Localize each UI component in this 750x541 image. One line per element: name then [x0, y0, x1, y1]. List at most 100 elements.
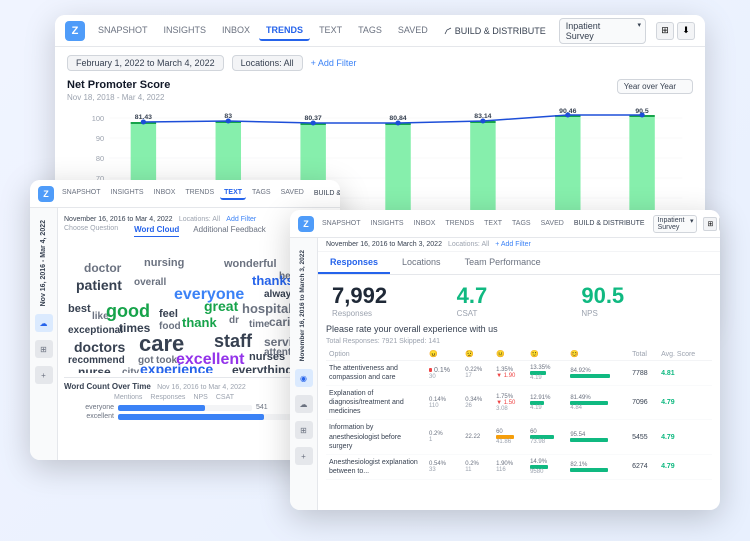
rw-icon-2[interactable]: % [719, 217, 720, 231]
wc-app-logo: Z [38, 186, 54, 202]
word-wonderful[interactable]: wonderful [224, 258, 277, 270]
word-great[interactable]: great [204, 298, 238, 314]
year-selector[interactable]: Year over Year [617, 79, 693, 94]
word-hospital[interactable]: hospital [242, 301, 292, 316]
rw-tab-locations[interactable]: Locations [390, 252, 453, 274]
tab-snapshot[interactable]: SNAPSHOT [91, 21, 155, 41]
rw-survey-selector[interactable]: Inpatient Survey▾ [653, 215, 698, 233]
word-thank[interactable]: thank [182, 315, 217, 330]
tab-additional[interactable]: Additional Feedback [193, 225, 266, 237]
wc-sidebar: Nov 16, 2016 - Mar 4, 2022 ☁ ⊞ + [30, 208, 58, 460]
rw-tab-build[interactable]: BUILD & DISTRIBUTE [570, 218, 649, 229]
rw-add-filter[interactable]: + Add Filter [495, 241, 531, 248]
wc-tab-text[interactable]: TEXT [220, 187, 246, 200]
rw-app-logo: Z [298, 216, 314, 232]
rw-tab-text[interactable]: TEXT [480, 218, 506, 229]
download-icon[interactable]: ⬇ [677, 22, 695, 40]
rw-tab-snapshot[interactable]: SNAPSHOT [318, 218, 365, 229]
rw-sidebar-icon-3[interactable]: ⊞ [295, 421, 313, 439]
wc-tab-build[interactable]: BUILD & DISTRIBUTE [310, 187, 340, 200]
word-good[interactable]: good [106, 301, 150, 322]
wc-sidebar-icon-2[interactable]: ⊞ [35, 340, 53, 358]
word-nursing[interactable]: nursing [144, 257, 184, 269]
wc-tab-insights[interactable]: INSIGHTS [107, 187, 148, 200]
wc-tab-inbox[interactable]: INBOX [150, 187, 180, 200]
tab-wordcloud[interactable]: Word Cloud [134, 225, 179, 237]
word-feel[interactable]: feel [159, 308, 178, 320]
rw-nav-tabs: SNAPSHOT INSIGHTS INBOX TRENDS TEXT TAGS… [318, 218, 649, 229]
rw-topbar: Z SNAPSHOT INSIGHTS INBOX TRENDS TEXT TA… [290, 210, 720, 238]
rw-tab-team[interactable]: Team Performance [453, 252, 553, 274]
word-patient[interactable]: patient [76, 277, 122, 293]
wc-date-label: November 16, 2016 to Mar 4, 2022 [64, 216, 173, 223]
wc-add-filter[interactable]: Add Filter [226, 216, 256, 223]
rw-data-table: Option 😠 😟 😐 🙂 😊 Total Avg. Score T [326, 348, 712, 480]
svg-text:100: 100 [92, 114, 104, 123]
rw-main: November 16, 2016 to March 3, 2022 Locat… [318, 238, 720, 510]
survey-selector[interactable]: Inpatient Survey ▾ [559, 18, 646, 44]
table-row: Explanation of diagnosis/treatment and m… [326, 386, 712, 420]
word-everything[interactable]: everything [232, 363, 293, 373]
rw-action-icons: ⊞ % ↗ ⬇ [703, 217, 720, 231]
wc-bottom-subtitle: Nov 16, 2016 to Mar 4, 2022 [157, 384, 246, 391]
rw-sidebar-icon-1[interactable]: ◉ [295, 369, 313, 387]
tab-text[interactable]: TEXT [312, 21, 349, 41]
svg-text:80: 80 [96, 154, 104, 163]
rw-tab-inbox[interactable]: INBOX [410, 218, 440, 229]
word-thanks[interactable]: thanks [252, 273, 294, 288]
wc-tab-tags[interactable]: TAGS [248, 187, 275, 200]
word-nurse[interactable]: nurse [78, 365, 111, 373]
pct-bar-1-1: 0.1% [429, 367, 459, 374]
stat-responses-label: Responses [332, 309, 457, 318]
chevron-down-icon: ▾ [637, 21, 641, 29]
rw-filter-label: November 16, 2016 to March 3, 2022 [299, 250, 307, 361]
rw-sidebar-icon-2[interactable]: ☁ [295, 395, 313, 413]
table-row: Anesthesiologist explanation between to.… [326, 454, 712, 479]
rw-sidebar-icon-add[interactable]: + [295, 447, 313, 465]
location-filter[interactable]: Locations: All [232, 55, 303, 71]
tab-trends[interactable]: TRENDS [259, 21, 310, 41]
stat-csat: 4.7 CSAT [457, 285, 582, 318]
mini-bar-fill-1 [118, 405, 205, 411]
word-dr[interactable]: dr [229, 315, 239, 326]
stat-responses: 7,992 Responses [332, 285, 457, 318]
tab-insights[interactable]: INSIGHTS [157, 21, 214, 41]
word-experience[interactable]: experience [140, 361, 213, 373]
word-time[interactable]: time [249, 319, 270, 330]
word-staff[interactable]: staff [214, 331, 252, 352]
tab-saved[interactable]: SAVED [391, 21, 435, 41]
word-doctors[interactable]: doctors [74, 339, 125, 355]
word-city[interactable]: city [122, 367, 139, 373]
svg-text:90: 90 [96, 134, 104, 143]
build-icon [444, 27, 452, 35]
wc-sidebar-icon-add[interactable]: + [35, 366, 53, 384]
word-exceptional[interactable]: exceptional [68, 325, 123, 336]
rw-content: November 16, 2016 to March 3, 2022 ◉ ☁ ⊞… [290, 238, 720, 510]
wc-question-label: Choose Question [64, 225, 118, 237]
word-best[interactable]: best [68, 303, 91, 315]
wc-tab-trends[interactable]: TRENDS [181, 187, 218, 200]
wc-tab-snapshot[interactable]: SNAPSHOT [58, 187, 105, 200]
rw-tabs: Responses Locations Team Performance [318, 252, 720, 275]
rw-icon-1[interactable]: ⊞ [703, 217, 717, 231]
tab-tags[interactable]: TAGS [351, 21, 389, 41]
word-overall[interactable]: overall [134, 277, 166, 288]
rw-sidebar: November 16, 2016 to March 3, 2022 ◉ ☁ ⊞… [290, 238, 318, 510]
rw-tab-saved[interactable]: SAVED [537, 218, 568, 229]
date-filter[interactable]: February 1, 2022 to March 4, 2022 [67, 55, 224, 71]
wc-sidebar-icon-1[interactable]: ☁ [35, 314, 53, 332]
pct-bar-1-5 [570, 374, 626, 378]
add-filter-link[interactable]: + Add Filter [311, 58, 357, 68]
rw-tab-trends[interactable]: TRENDS [441, 218, 478, 229]
rw-tab-insights[interactable]: INSIGHTS [367, 218, 408, 229]
wc-topbar: Z SNAPSHOT INSIGHTS INBOX TRENDS TEXT TA… [30, 180, 340, 208]
tab-build[interactable]: BUILD & DISTRIBUTE [437, 21, 553, 41]
chart-title: Net Promoter Score [67, 79, 693, 91]
rw-tab-tags[interactable]: TAGS [508, 218, 535, 229]
grid-icon[interactable]: ⊞ [656, 22, 674, 40]
tab-inbox[interactable]: INBOX [215, 21, 257, 41]
stat-csat-number: 4.7 [457, 285, 582, 307]
word-doctor[interactable]: doctor [84, 261, 121, 275]
wc-tab-saved[interactable]: SAVED [277, 187, 308, 200]
rw-tab-responses[interactable]: Responses [318, 252, 390, 274]
